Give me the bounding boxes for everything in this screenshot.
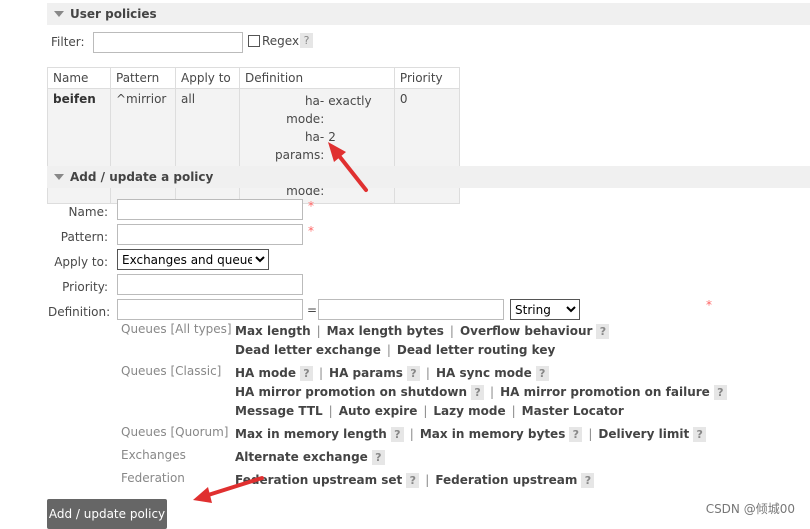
help-icon[interactable]: ?: [406, 366, 420, 381]
add-policy-title: Add / update a policy: [70, 170, 214, 184]
ha-params-link[interactable]: HA params: [329, 366, 403, 380]
name-label: Name:: [68, 205, 108, 219]
required-mark: *: [706, 298, 712, 312]
def-key: ha-mode:: [286, 94, 325, 126]
filter-input[interactable]: [93, 32, 243, 53]
lazy-mode-link[interactable]: Lazy mode: [433, 404, 505, 418]
help-icon[interactable]: ?: [693, 427, 707, 442]
help-icon[interactable]: ?: [371, 450, 385, 465]
help-icon[interactable]: ?: [299, 366, 313, 381]
dead-letter-exchange-link[interactable]: Dead letter exchange: [235, 343, 381, 357]
ha-promo-failure-link[interactable]: HA mirror promotion on failure: [500, 385, 710, 399]
required-mark: *: [308, 224, 314, 238]
max-in-memory-length-link[interactable]: Max in memory length: [235, 427, 387, 441]
def-value: 2: [328, 130, 336, 144]
help-icon[interactable]: ?: [596, 324, 610, 339]
apply-to-select[interactable]: Exchanges and queues: [117, 249, 269, 270]
add-update-policy-button[interactable]: Add / update policy: [47, 499, 167, 529]
definition-label: Definition:: [48, 305, 111, 319]
ha-mode-link[interactable]: HA mode: [235, 366, 296, 380]
links-row: Dead letter exchange | Dead letter routing…: [235, 343, 556, 357]
col-apply-to[interactable]: Apply to: [175, 67, 240, 89]
message-ttl-link[interactable]: Message TTL: [235, 404, 323, 418]
col-pattern[interactable]: Pattern: [110, 67, 176, 89]
def-key: ha-params:: [275, 130, 325, 162]
group-queues-all: Queues [All types]: [121, 322, 232, 336]
apply-to-label: Apply to:: [54, 255, 108, 269]
links-row: Max length | Max length bytes | Overflow beh…: [235, 324, 610, 339]
help-icon[interactable]: ?: [406, 473, 420, 488]
collapse-triangle-icon: [54, 11, 64, 17]
alternate-exchange-link[interactable]: Alternate exchange: [235, 450, 368, 464]
max-length-link[interactable]: Max length: [235, 324, 311, 338]
help-icon[interactable]: ?: [471, 385, 485, 400]
links-row: HA mirror promotion on shutdown? | HA mirr…: [235, 385, 727, 400]
user-policies-header[interactable]: User policies: [47, 3, 810, 25]
help-icon[interactable]: ?: [535, 366, 549, 381]
group-federation: Federation: [121, 471, 185, 485]
ha-promo-shutdown-link[interactable]: HA mirror promotion on shutdown: [235, 385, 467, 399]
max-length-bytes-link[interactable]: Max length bytes: [327, 324, 444, 338]
col-definition[interactable]: Definition: [239, 67, 395, 89]
filter-label: Filter:: [51, 35, 85, 49]
federation-upstream-set-link[interactable]: Federation upstream set: [235, 473, 402, 487]
delivery-limit-link[interactable]: Delivery limit: [598, 427, 689, 441]
help-icon[interactable]: ?: [713, 385, 727, 400]
pattern-label: Pattern:: [60, 230, 108, 244]
links-row: Alternate exchange?: [235, 450, 385, 465]
federation-upstream-link[interactable]: Federation upstream: [435, 473, 577, 487]
col-priority[interactable]: Priority: [393, 67, 460, 89]
priority-label: Priority:: [62, 280, 108, 294]
help-icon[interactable]: ?: [390, 427, 404, 442]
definition-key-input[interactable]: [117, 299, 303, 320]
group-queues-classic: Queues [Classic]: [121, 364, 222, 378]
links-row: HA mode? | HA params? | HA sync mode?: [235, 366, 549, 381]
add-policy-header[interactable]: Add / update a policy: [47, 166, 810, 188]
dead-letter-routing-key-link[interactable]: Dead letter routing key: [397, 343, 555, 357]
user-policies-title: User policies: [70, 7, 157, 21]
regex-help-icon[interactable]: ?: [300, 33, 313, 48]
help-icon[interactable]: ?: [581, 473, 595, 488]
name-input[interactable]: [117, 199, 303, 220]
ha-sync-mode-link[interactable]: HA sync mode: [436, 366, 532, 380]
regex-label: Regex: [262, 34, 300, 48]
links-row: Max in memory length? | Max in memory byte…: [235, 427, 707, 442]
pattern-input[interactable]: [117, 224, 303, 245]
required-mark: *: [308, 199, 314, 213]
collapse-triangle-icon: [54, 174, 64, 180]
table-header-row: Name Pattern Apply to Definition Priorit…: [47, 67, 460, 89]
max-in-memory-bytes-link[interactable]: Max in memory bytes: [420, 427, 566, 441]
group-exchanges: Exchanges: [121, 448, 186, 462]
definition-value-input[interactable]: [318, 299, 504, 320]
help-icon[interactable]: ?: [569, 427, 583, 442]
equals-sign: =: [307, 303, 318, 317]
def-value: exactly: [328, 94, 372, 108]
links-row: Message TTL | Auto expire | Lazy mode | Master…: [235, 404, 624, 418]
group-queues-quorum: Queues [Quorum]: [121, 425, 229, 439]
watermark: CSDN @倾城00: [705, 502, 795, 516]
priority-input[interactable]: [117, 274, 303, 295]
definition-type-select[interactable]: String: [510, 299, 580, 320]
master-locator-link[interactable]: Master Locator: [522, 404, 624, 418]
overflow-behaviour-link[interactable]: Overflow behaviour: [460, 324, 593, 338]
links-row: Federation upstream set? | Federation upst…: [235, 473, 595, 488]
regex-checkbox[interactable]: [248, 35, 260, 47]
col-name[interactable]: Name: [47, 67, 111, 89]
auto-expire-link[interactable]: Auto expire: [339, 404, 418, 418]
